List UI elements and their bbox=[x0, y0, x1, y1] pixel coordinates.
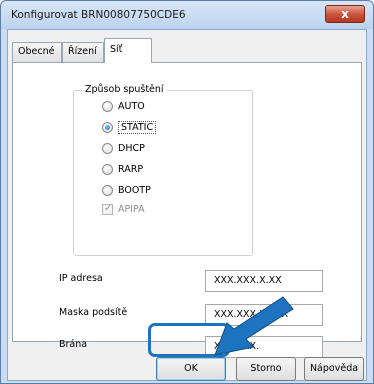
apipa-label: APIPA bbox=[118, 203, 145, 215]
tab-panel-sit: Způsob spuštění AUTO STATIC DHCP RARP BO… bbox=[12, 62, 362, 358]
radio-label: BOOTP bbox=[118, 184, 151, 196]
window-title: Konfigurovat BRN00807750CDE6 bbox=[11, 9, 186, 21]
dialog-window: Konfigurovat BRN00807750CDE6 x Obecné Ří… bbox=[0, 0, 374, 384]
radio-button-selected[interactable] bbox=[102, 121, 113, 133]
radio-auto[interactable]: AUTO bbox=[102, 99, 145, 113]
radio-rarp[interactable]: RARP bbox=[102, 162, 143, 176]
gateway-label: Brána bbox=[59, 339, 88, 350]
startup-method-group: Způsob spuštění AUTO STATIC DHCP RARP BO… bbox=[73, 84, 253, 256]
radio-label: STATIC bbox=[118, 120, 157, 134]
tab-obecne[interactable]: Obecné bbox=[12, 42, 62, 62]
apipa-checkbox-row: APIPA bbox=[102, 202, 145, 216]
radio-label: DHCP bbox=[118, 142, 145, 154]
tab-sit[interactable]: Síť bbox=[104, 38, 152, 63]
group-title: Způsob spuštění bbox=[82, 84, 167, 95]
close-icon: x bbox=[341, 7, 349, 21]
radio-static[interactable]: STATIC bbox=[102, 120, 157, 134]
radio-button[interactable] bbox=[102, 163, 113, 175]
radio-button[interactable] bbox=[102, 100, 113, 112]
close-button[interactable]: x bbox=[325, 5, 365, 23]
help-button[interactable]: Nápověda bbox=[304, 357, 364, 381]
radio-dhcp[interactable]: DHCP bbox=[102, 141, 145, 155]
radio-button[interactable] bbox=[102, 142, 113, 154]
ip-label: IP adresa bbox=[59, 273, 103, 284]
radio-label: RARP bbox=[118, 163, 144, 175]
radio-label: AUTO bbox=[118, 100, 145, 112]
tab-rizeni[interactable]: Řízení bbox=[62, 42, 104, 62]
pointer-arrow-icon bbox=[214, 296, 294, 356]
radio-button[interactable] bbox=[102, 184, 113, 196]
apipa-checkbox bbox=[102, 203, 113, 215]
title-bar: Konfigurovat BRN00807750CDE6 x bbox=[1, 1, 373, 29]
radio-bootp[interactable]: BOOTP bbox=[102, 183, 151, 197]
mask-label: Maska podsítě bbox=[59, 307, 128, 318]
